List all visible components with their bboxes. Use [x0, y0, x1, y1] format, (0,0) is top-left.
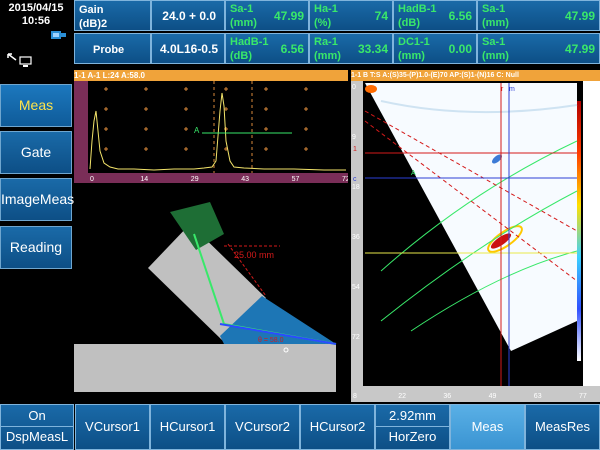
axis-tick-label: 43 — [241, 176, 249, 183]
reading-value: 47.99 — [273, 9, 304, 23]
reading-label: Sa-1 (mm) — [482, 3, 509, 29]
reading-value: 47.99 — [564, 9, 595, 23]
probe-geometry-view[interactable]: 25.00 mm θ = 58.0 — [74, 184, 348, 402]
sscan-plot[interactable]: r m 1 A c 822364963770918365472100%80%40… — [351, 81, 600, 402]
axis-tick-label: 22 — [398, 393, 406, 400]
axis-tick-label: 40% — [584, 220, 598, 227]
menu-gate[interactable]: Gate — [0, 131, 72, 174]
meas-label: Meas — [471, 419, 504, 434]
reading-cell-7: DC1-1 (mm) 0.00 — [393, 33, 477, 64]
vcursor2-label: VCursor2 — [235, 419, 290, 434]
axis-tick-label: 20% — [584, 280, 598, 287]
probe-value-cell[interactable]: 4.0L16-0.5 — [151, 33, 225, 64]
reading-value: 0.00 — [448, 42, 472, 56]
ascan-title: 1-1 A-1 L:24 A:58.0 — [74, 70, 348, 81]
vcursor2-button[interactable]: VCursor2 — [225, 404, 300, 450]
hcursor1-label: HCursor1 — [159, 419, 216, 434]
datetime-panel: 2015/04/15 10:56 — [0, 0, 72, 70]
dspmeasl-label: DspMeasL — [5, 429, 69, 444]
axis-tick-label: 54 — [352, 284, 360, 291]
axis-tick-label: 0 — [352, 84, 356, 91]
reading-label: HadB-1 (dB) — [230, 36, 269, 62]
reading-cell-6: Ra-1 (mm) 33.34 — [309, 33, 393, 64]
thickness-dimension-label: 25.00 mm — [234, 250, 274, 260]
battery-plug-icon — [51, 31, 66, 39]
probe-label-cell[interactable]: Probe — [74, 33, 151, 64]
axis-tick-label: 36 — [352, 234, 360, 241]
axis-tick-label: 9 — [352, 134, 356, 141]
ascan-plot[interactable]: A 0 14 29 43 57 72 — [74, 81, 348, 183]
axis-tick-label: 8 — [353, 393, 357, 400]
reading-label: Sa-1 (mm) — [482, 36, 509, 62]
menu-meas[interactable]: Meas — [0, 84, 72, 127]
dspmeasl-value: On — [1, 405, 73, 427]
date-text: 2015/04/15 — [8, 2, 64, 14]
gain-value-cell[interactable]: 24.0 + 0.0 — [151, 0, 225, 31]
gain-value: 24.0 + 0.0 — [162, 9, 216, 23]
h-ref-cursor-label: 1 — [353, 146, 357, 153]
reading-cell-2: Ha-1 (%) 74 — [309, 0, 393, 31]
axis-tick-label: 0 — [90, 176, 94, 183]
h-meas-cursor-label: c — [353, 176, 357, 183]
reading-value: 74 — [374, 9, 388, 23]
gain-label-cell[interactable]: Gain (dB)2 — [74, 0, 151, 31]
reading-cell-8: Sa-1 (mm) 47.99 — [477, 33, 600, 64]
gate-a-label: A — [194, 126, 200, 135]
hcursor2-button[interactable]: HCursor2 — [300, 404, 375, 450]
reading-value: 6.56 — [280, 42, 304, 56]
measres-label: MeasRes — [535, 419, 590, 434]
horzero-label: HorZero — [388, 429, 437, 444]
meas-button[interactable]: Meas — [450, 404, 525, 450]
menu-reading[interactable]: Reading — [0, 226, 72, 269]
probe-label: Probe — [93, 44, 125, 56]
computer-link-icon — [7, 53, 32, 67]
measres-button[interactable]: MeasRes — [525, 404, 600, 450]
gate-a-sscan-label: A — [411, 170, 416, 177]
axis-tick-label: 36 — [443, 393, 451, 400]
reading-value: 6.56 — [448, 9, 472, 23]
angle-label: θ = 58.0 — [258, 337, 284, 344]
axis-tick-label: 80% — [584, 160, 598, 167]
probe-value: 4.0L16-0.5 — [159, 42, 218, 56]
reading-label: Ra-1 (mm) — [314, 36, 341, 62]
time-text: 10:56 — [21, 15, 51, 27]
axis-tick-label: 18 — [352, 184, 360, 191]
reading-label: DC1-1 (mm) — [398, 36, 430, 62]
reading-label: HadB-1 (dB) — [398, 3, 437, 29]
axis-tick-label: 14 — [140, 176, 148, 183]
gain-label: Gain (dB)2 — [79, 4, 108, 30]
horzero-button[interactable]: 2.92mm HorZero — [375, 404, 450, 450]
reading-cell-4: Sa-1 (mm) 47.99 — [477, 0, 600, 31]
vcursor1-label: VCursor1 — [85, 419, 140, 434]
axis-tick-label: 100% — [584, 100, 600, 107]
horzero-value: 2.92mm — [376, 405, 449, 427]
reading-value: 47.99 — [564, 42, 595, 56]
axis-tick-label: 63 — [534, 393, 542, 400]
axis-tick-label: 29 — [191, 176, 199, 183]
dspmeasl-button[interactable]: On DspMeasL — [0, 404, 74, 450]
hcursor2-label: HCursor2 — [309, 419, 366, 434]
axis-tick-label: 49 — [489, 393, 497, 400]
axis-tick-label: 77 — [579, 393, 587, 400]
axis-tick-label: 72 — [352, 334, 360, 341]
sscan-title: 1-1 B T:S A:(S)35-(P)1.0-(E)70 AP:(S)1-(… — [351, 70, 600, 81]
meas-cursor-label: m — [509, 86, 515, 93]
reading-cell-3: HadB-1 (dB) 6.56 — [393, 0, 477, 31]
vcursor1-button[interactable]: VCursor1 — [75, 404, 150, 450]
reading-value: 33.34 — [357, 42, 388, 56]
reading-label: Sa-1 (mm) — [230, 3, 257, 29]
axis-tick-label: 72 — [342, 176, 348, 183]
menu-imagemeas[interactable]: ImageMeas — [0, 178, 74, 221]
hcursor1-button[interactable]: HCursor1 — [150, 404, 225, 450]
reading-cell-1: Sa-1 (mm) 47.99 — [225, 0, 309, 31]
reading-cell-5: HadB-1 (dB) 6.56 — [225, 33, 309, 64]
reading-label: Ha-1 (%) — [314, 3, 338, 29]
axis-tick-label: 57 — [292, 176, 300, 183]
axis-tick-label: 0% — [584, 340, 594, 347]
